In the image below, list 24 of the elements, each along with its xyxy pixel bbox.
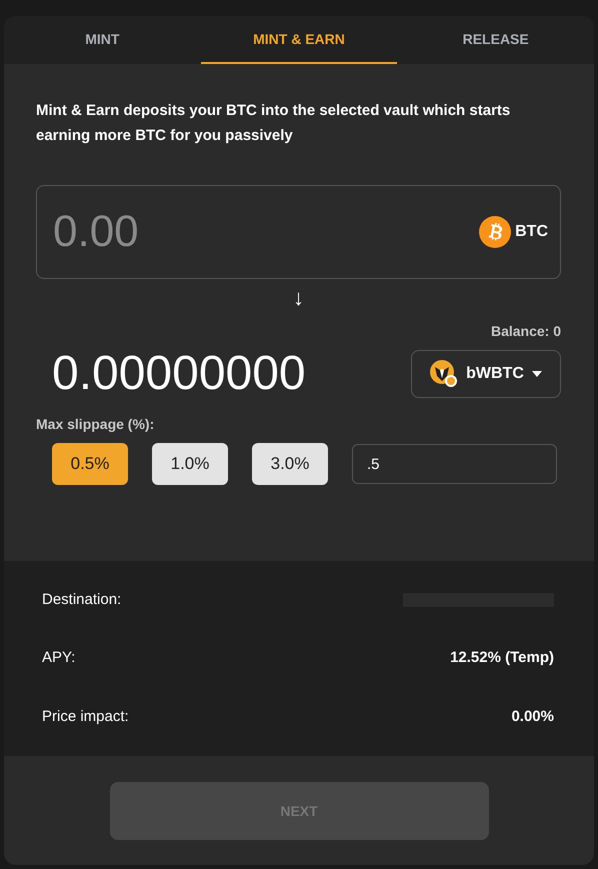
caret-icon: [532, 371, 542, 377]
token-label: BTC: [515, 222, 548, 242]
detail-label: Destination:: [42, 590, 122, 610]
down-arrow-icon: ↓: [293, 285, 304, 310]
vault-select[interactable]: bWBTC: [411, 350, 561, 398]
detail-value: 12.52% (Temp): [450, 648, 554, 668]
amount-field[interactable]: 0.00 BTC: [36, 185, 561, 279]
amount-input[interactable]: 0.00: [51, 198, 480, 266]
slippage-option[interactable]: 3.0%: [252, 443, 328, 485]
bitcoin-icon: [479, 216, 512, 248]
slippage-option[interactable]: 0.5%: [52, 443, 128, 485]
detail-label: Price impact:: [42, 706, 129, 726]
slippage-option[interactable]: 1.0%: [152, 443, 228, 485]
detail-label: APY:: [42, 648, 76, 668]
output-amount: 0.00000000: [51, 350, 306, 398]
tab[interactable]: RELEASE: [397, 16, 594, 64]
slippage-input[interactable]: .5: [352, 444, 557, 484]
balance-label: Balance: 0: [490, 322, 561, 341]
tab[interactable]: MINT & EARN: [200, 16, 398, 64]
badger-token-icon: [430, 360, 458, 388]
slippage-label: Max slippage (%):: [36, 415, 156, 434]
detail-value: 0.00%: [511, 706, 554, 726]
tab[interactable]: MINT: [4, 16, 201, 64]
description: Mint & Earn deposits your BTC into the selected vault which starts earning more BTC for you passively: [36, 101, 512, 146]
